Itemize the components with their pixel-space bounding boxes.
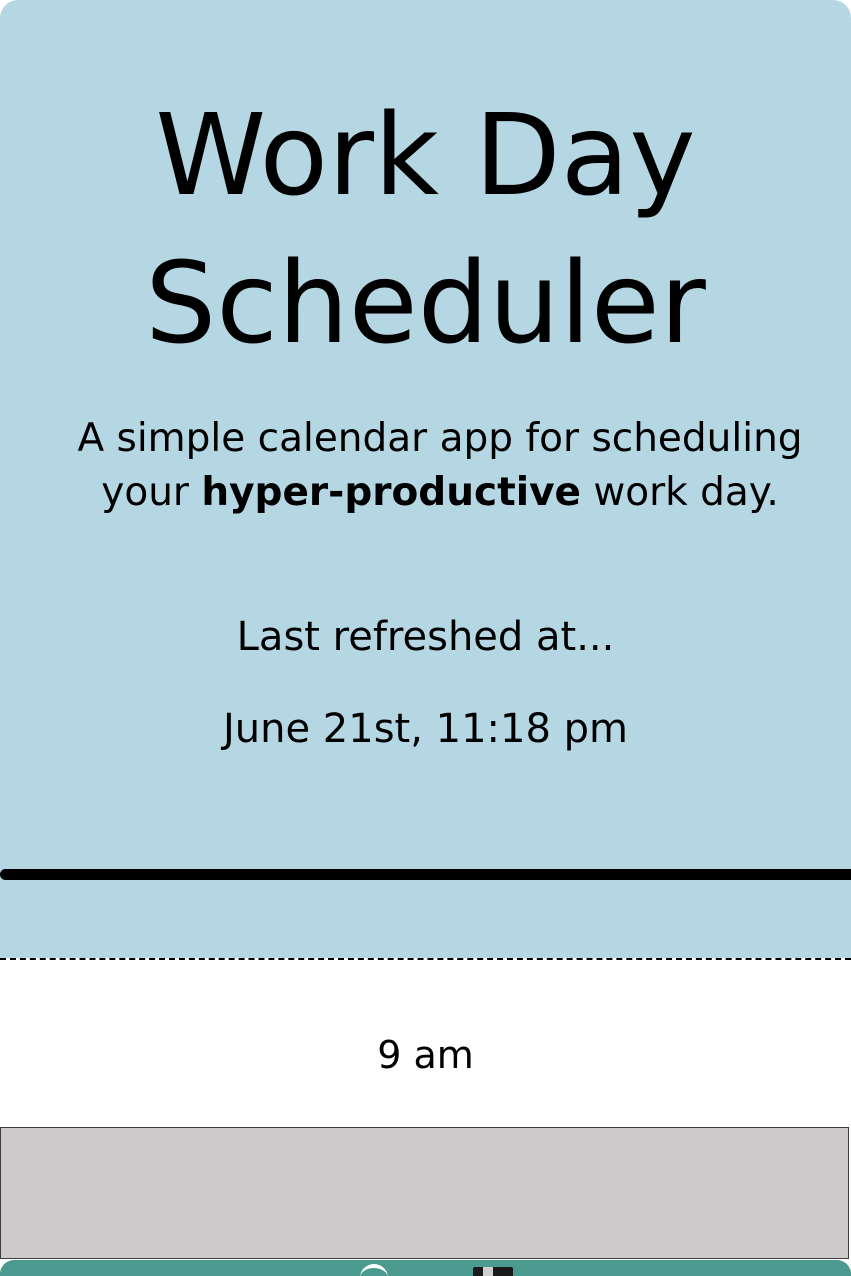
app-description-emphasis: hyper-productive (201, 470, 581, 515)
header-divider (0, 869, 851, 880)
last-refreshed-label: Last refreshed at... (236, 614, 615, 660)
save-button-glyph (360, 1264, 388, 1276)
app-description: A simple calendar app for scheduling you… (30, 412, 850, 520)
save-icon (473, 1267, 513, 1276)
time-block-9am: 9 am (0, 960, 851, 1260)
current-date-time: June 21st, 11:18 pm (222, 706, 629, 752)
save-button[interactable] (0, 1260, 851, 1276)
hour-label: 9 am (377, 1033, 474, 1077)
event-description-input[interactable] (0, 1127, 849, 1259)
app-description-end: work day. (580, 470, 779, 515)
page-title: Work Day Scheduler (145, 91, 706, 369)
header-jumbotron: Work Day Scheduler A simple calendar app… (0, 0, 851, 958)
scheduler-page: Work Day Scheduler A simple calendar app… (0, 0, 851, 1276)
